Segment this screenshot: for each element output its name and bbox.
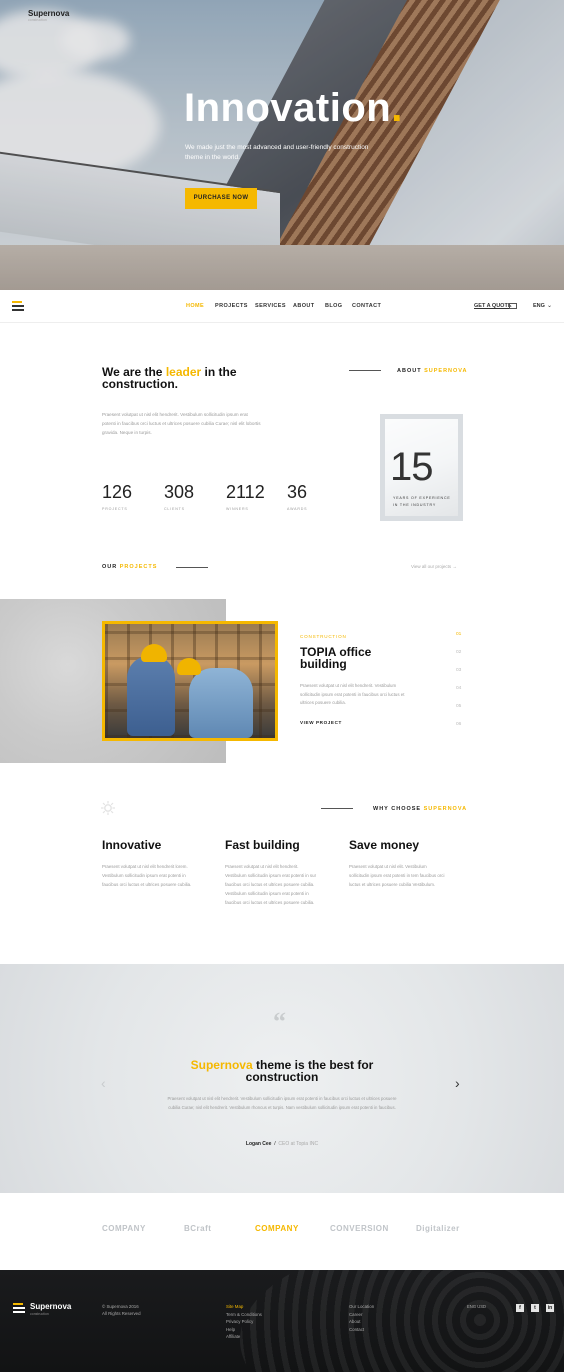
footer-links-1: Site Map Term & Conditions Privacy Polic… — [226, 1303, 262, 1341]
chevron-left-icon[interactable]: ‹ — [101, 1075, 106, 1091]
project-title: TOPIA office building — [300, 645, 372, 671]
footer-brand[interactable]: Supernova — [30, 1302, 71, 1311]
brand-name[interactable]: Supernova — [28, 9, 69, 18]
gear-icon — [101, 801, 115, 815]
project-page-5[interactable]: 05 — [456, 704, 461, 709]
brand-tagline: construction — [28, 18, 47, 22]
footer-link-privacy[interactable]: Privacy Policy — [226, 1318, 262, 1326]
partner-logo-5[interactable]: Digitalizer — [416, 1224, 460, 1233]
twitter-icon[interactable]: t — [531, 1304, 539, 1312]
partner-logo-2[interactable]: BCraft — [184, 1224, 211, 1233]
project-page-4[interactable]: 04 — [456, 686, 461, 691]
stat-projects-value: 126 — [102, 482, 133, 502]
mail-icon[interactable] — [509, 303, 517, 309]
get-a-quote-link[interactable]: GET A QUOTE — [474, 303, 511, 309]
partner-logo-4[interactable]: CONVERSION — [330, 1224, 389, 1233]
nav-item-projects[interactable]: PROJECTS — [215, 303, 248, 309]
project-page-1[interactable]: 01 — [456, 632, 461, 637]
nav-item-home[interactable]: HOME — [186, 303, 204, 309]
about-label: ABOUT SUPERNOVA — [397, 368, 468, 374]
linkedin-icon[interactable]: in — [546, 1304, 554, 1312]
partner-logo-3[interactable]: COMPANY — [255, 1224, 299, 1233]
stat-awards-label: AWARDS — [287, 507, 308, 511]
facebook-icon[interactable]: f — [516, 1304, 524, 1312]
testimonial-author: Logan Cee / CEO at Topia INC — [245, 1141, 319, 1147]
footer-link-about[interactable]: About — [349, 1318, 374, 1326]
about-text: Praesent volutpat ut nisl elit hendrerit… — [102, 412, 261, 435]
stat-winners-value: 2112 — [226, 482, 265, 502]
project-page-2[interactable]: 02 — [456, 650, 461, 655]
footer-link-help[interactable]: Help — [226, 1326, 262, 1334]
footer-link-location[interactable]: Our Location — [349, 1303, 374, 1311]
footer-logo-icon[interactable] — [13, 1303, 25, 1314]
footer-link-terms[interactable]: Term & Conditions — [226, 1311, 262, 1319]
footer-link-contact[interactable]: Contact — [349, 1326, 374, 1334]
nav-item-about[interactable]: ABOUT — [293, 303, 315, 309]
footer-link-site-map[interactable]: Site Map — [226, 1303, 262, 1311]
about-heading: We are the leader in the construction. — [102, 365, 237, 391]
feature-title-innovative: Innovative — [102, 838, 162, 852]
footer-links-2: Our Location Career About Contact — [349, 1303, 374, 1333]
section-divider — [349, 370, 381, 371]
testimonial-title: Supernova theme is the best for construc… — [190, 1058, 374, 1084]
testimonial-text: Praesent volutpat ut nisl elit hendrerit… — [167, 1096, 397, 1110]
nav-item-services[interactable]: SERVICES — [255, 303, 286, 309]
years-caption: YEARS OF EXPERIENCE IN THE INDUSTRY — [393, 496, 451, 507]
footer-link-affiliate[interactable]: Affiliate — [226, 1333, 262, 1341]
stat-clients-value: 308 — [164, 482, 195, 502]
project-image[interactable] — [102, 621, 278, 741]
feature-text-fast-building: Praesent volutpat ut nisl elit hendrerit… — [225, 864, 317, 905]
quote-icon: “ — [273, 1007, 286, 1036]
nav-item-contact[interactable]: CONTACT — [352, 303, 381, 309]
project-page-3[interactable]: 03 — [456, 668, 461, 673]
feature-text-save-money: Praesent volutpat ut nisl elit. Vestibul… — [349, 864, 445, 887]
nav-item-blog[interactable]: BLOG — [325, 303, 343, 309]
view-all-projects-link[interactable]: View all our projects → — [411, 564, 457, 569]
hero-subtitle: We made just the most advanced and user-… — [185, 144, 369, 161]
project-description: Praesent volutpat ut nisl elit hendrerit… — [300, 683, 405, 706]
project-page-6[interactable]: 06 — [456, 722, 461, 727]
footer-brand-tagline: construction — [30, 1312, 49, 1316]
feature-title-fast-building: Fast building — [225, 838, 300, 852]
stat-winners-label: WINNERS — [226, 507, 249, 511]
stat-awards-value: 36 — [287, 482, 308, 502]
feature-text-innovative: Praesent volutpat ut nisl elit hendrerit… — [102, 864, 192, 887]
feature-title-save-money: Save money — [349, 838, 420, 852]
language-selector[interactable]: ENG — [533, 303, 545, 309]
project-category: CONSTRUCTION — [300, 634, 347, 639]
brand-logo-icon[interactable] — [12, 301, 24, 312]
footer-copyright: © Supernova 2016 All Rights Reserved — [102, 1304, 141, 1316]
projects-label: OUR PROJECTS — [102, 564, 158, 570]
why-choose-label: WHY CHOOSE SUPERNOVA — [373, 806, 468, 812]
section-divider — [321, 808, 353, 809]
stat-projects-label: PROJECTS — [102, 507, 128, 511]
purchase-now-button[interactable]: PURCHASE NOW — [185, 188, 257, 209]
stat-clients-label: CLIENTS — [164, 507, 185, 511]
view-project-link[interactable]: VIEW PROJECT — [300, 720, 342, 725]
years-number: 15 — [390, 445, 433, 489]
partner-logo-1[interactable]: COMPANY — [102, 1224, 146, 1233]
section-divider — [176, 567, 208, 568]
footer — [0, 1270, 564, 1372]
footer-link-career[interactable]: Career — [349, 1311, 374, 1319]
chevron-right-icon[interactable]: › — [455, 1075, 460, 1091]
chevron-down-icon[interactable]: ⌄ — [547, 302, 552, 309]
footer-language-currency[interactable]: ENG USD — [467, 1304, 486, 1309]
hero-title: Innovation. — [184, 86, 403, 130]
